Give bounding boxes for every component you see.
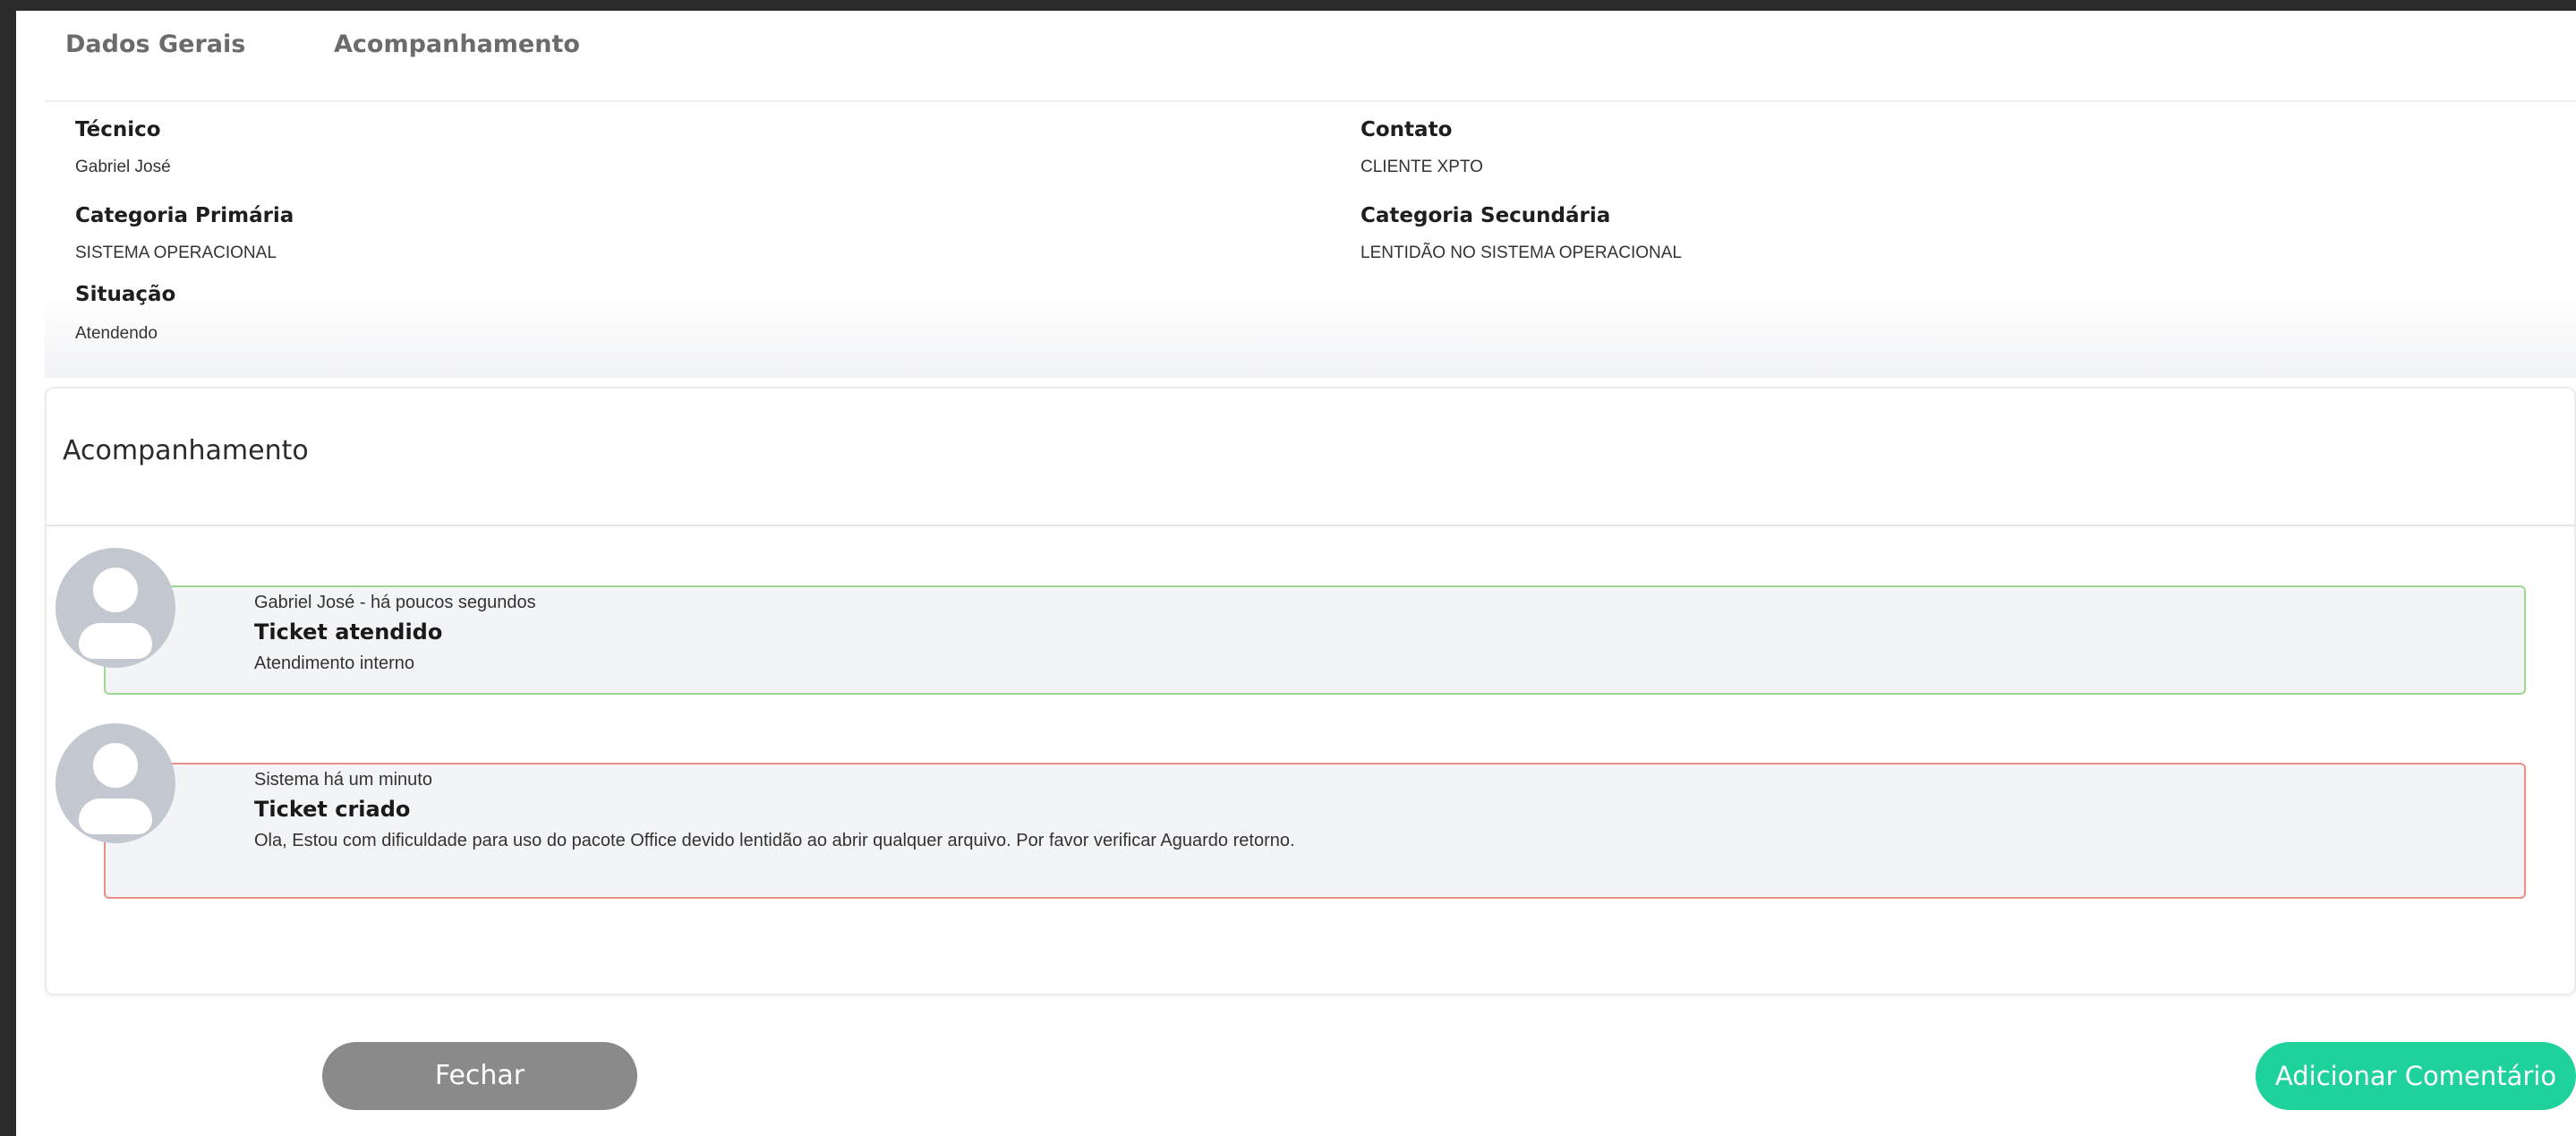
categoria-secundaria-label: Categoria Secundária: [1361, 204, 1611, 227]
ticket-info-card: Técnico Gabriel José Contato CLIENTE XPT…: [45, 100, 2576, 378]
avatar-head: [93, 743, 138, 788]
categoria-secundaria-value: LENTIDÃO NO SISTEMA OPERACIONAL: [1361, 243, 1682, 262]
tab-dados-gerais[interactable]: Dados Gerais: [65, 30, 245, 58]
contato-label: Contato: [1361, 118, 1453, 141]
tab-bar: Dados Gerais Acompanhamento: [16, 11, 2576, 91]
tecnico-value: Gabriel José: [75, 158, 171, 176]
avatar-shoulders: [79, 799, 152, 834]
comment-item: Gabriel José - há poucos segundos Ticket…: [104, 585, 2526, 695]
comment-title: Ticket atendido: [254, 619, 443, 645]
tecnico-label: Técnico: [75, 118, 161, 141]
comment-body: Atendimento interno: [254, 653, 415, 673]
comment-meta: Gabriel José - há poucos segundos: [254, 593, 536, 612]
followup-title: Acompanhamento: [63, 435, 309, 466]
comment-meta: Sistema há um minuto: [254, 770, 432, 790]
categoria-primaria-label: Categoria Primária: [75, 204, 294, 227]
comment-body: Ola, Estou com dificuldade para uso do p…: [254, 831, 1295, 850]
contato-value: CLIENTE XPTO: [1361, 158, 1483, 176]
avatar-head: [93, 568, 138, 612]
ticket-detail-window: Dados Gerais Acompanhamento Técnico Gabr…: [16, 11, 2576, 1136]
avatar-shoulders: [79, 623, 152, 659]
situacao-label: Situação: [75, 283, 176, 306]
user-avatar-icon: [55, 723, 175, 843]
comment-title: Ticket criado: [254, 797, 411, 822]
categoria-primaria-value: SISTEMA OPERACIONAL: [75, 243, 277, 262]
followup-card: Acompanhamento Gabriel José - há poucos …: [45, 387, 2576, 995]
situacao-value: Atendendo: [75, 324, 158, 343]
divider: [47, 525, 2574, 526]
close-button[interactable]: Fechar: [322, 1042, 637, 1110]
add-comment-button[interactable]: Adicionar Comentário: [2256, 1042, 2576, 1110]
comment-item: Sistema há um minuto Ticket criado Ola, …: [104, 763, 2526, 899]
tab-acompanhamento[interactable]: Acompanhamento: [334, 30, 580, 58]
user-avatar-icon: [55, 548, 175, 668]
